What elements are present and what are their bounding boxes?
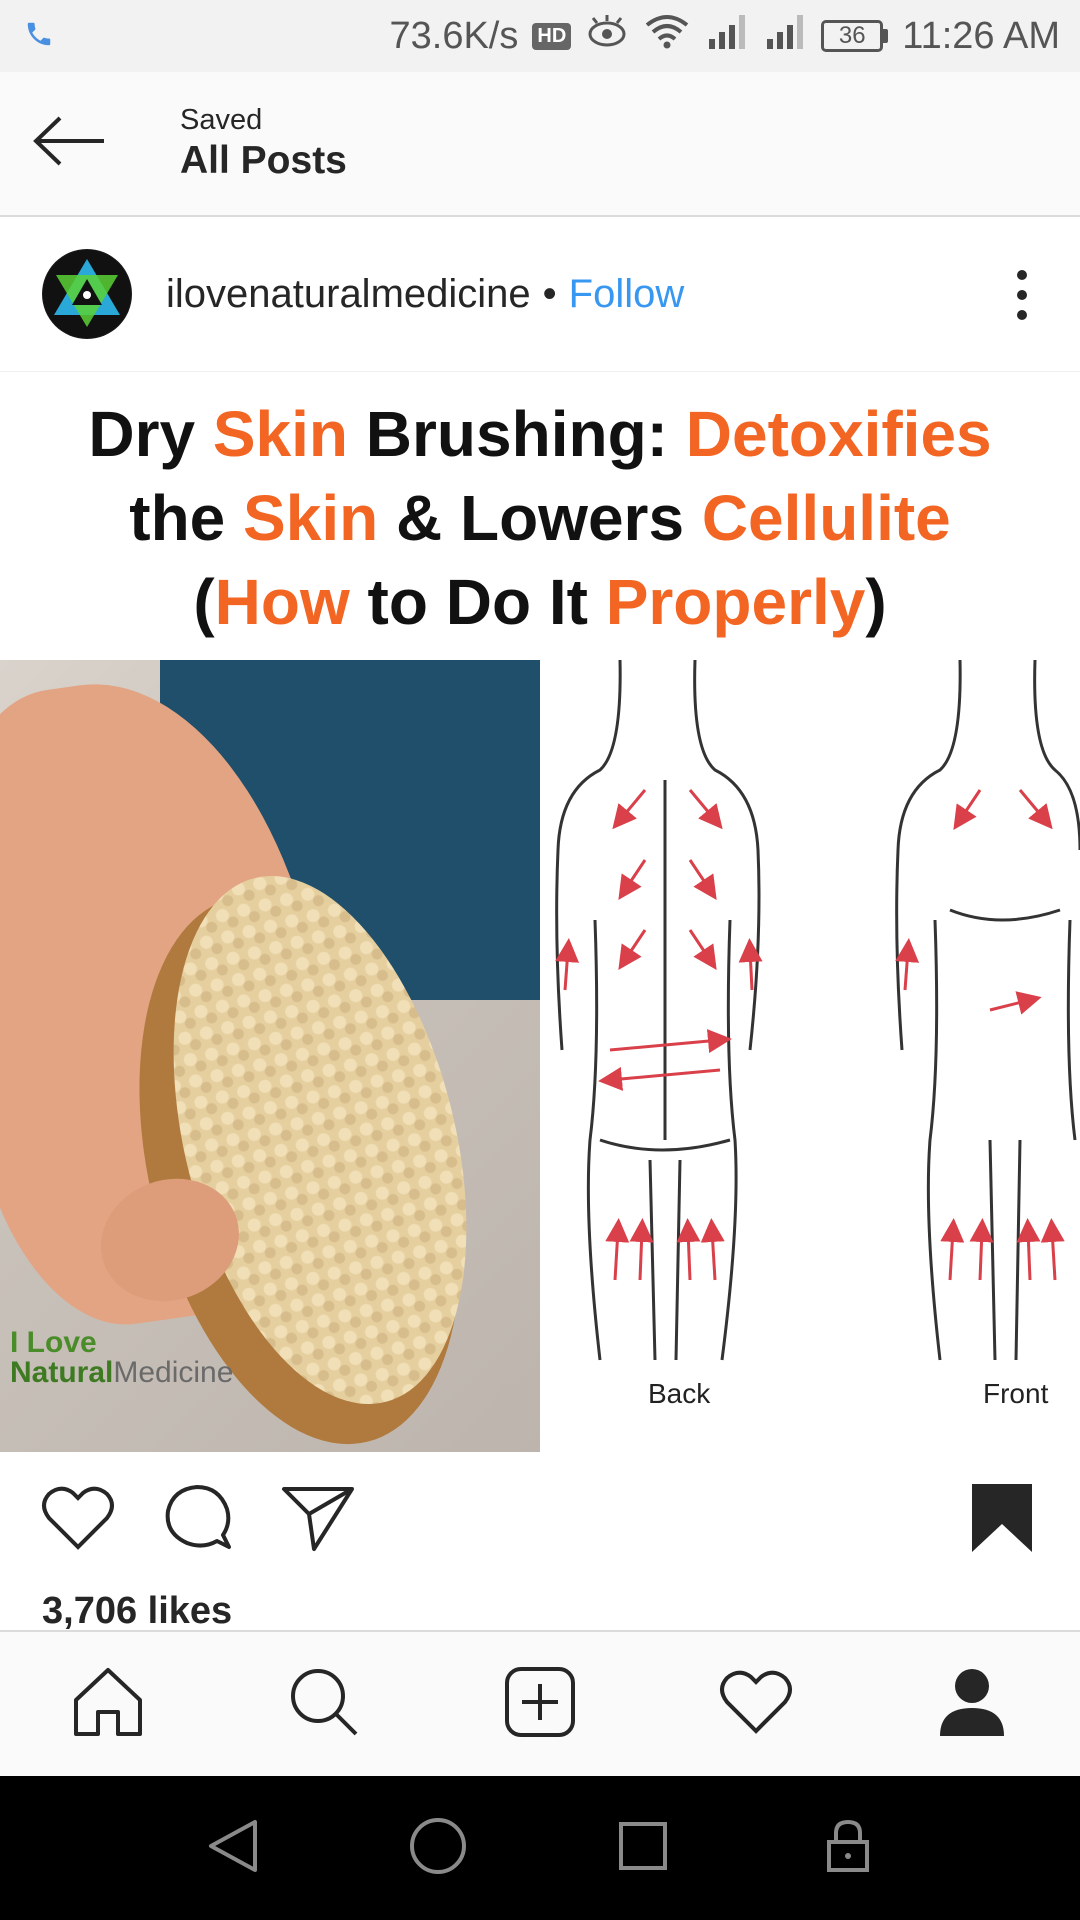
comment-button[interactable] <box>158 1480 238 1560</box>
save-button[interactable] <box>962 1480 1042 1560</box>
post-username[interactable]: ilovenaturalmedicine <box>166 272 531 317</box>
post-image[interactable]: Dry Skin Brushing: Detoxifies the Skin &… <box>0 372 1080 1452</box>
add-post-icon <box>504 1666 576 1743</box>
phone-call-icon <box>24 19 54 54</box>
arrow-left-icon <box>32 115 108 172</box>
page-title: All Posts <box>180 139 347 182</box>
body-diagram: Back Front <box>540 659 1080 1452</box>
clock: 11:26 AM <box>902 14 1060 57</box>
share-button[interactable] <box>278 1480 358 1560</box>
triangle-back-icon <box>207 1818 259 1879</box>
avatar[interactable] <box>42 249 132 339</box>
watermark-logo: I Love NaturalMedicine <box>10 1326 234 1389</box>
system-lock-button[interactable] <box>808 1808 888 1888</box>
bottom-nav <box>0 1630 1080 1776</box>
bookmark-icon <box>970 1482 1034 1559</box>
nav-home[interactable] <box>63 1659 153 1749</box>
network-speed: 73.6K/s <box>389 14 519 57</box>
lock-icon <box>825 1818 871 1879</box>
separator-dot: • <box>542 271 557 316</box>
status-bar: 73.6K/s HD 36 11:26 AM <box>0 0 1080 72</box>
nav-new-post[interactable] <box>495 1659 585 1749</box>
heart-icon <box>719 1669 793 1740</box>
home-icon <box>72 1666 144 1743</box>
battery-level: 36 <box>821 20 884 52</box>
wifi-icon <box>643 13 691 59</box>
signal-2-icon <box>763 13 807 59</box>
more-vertical-icon <box>1015 269 1029 326</box>
label-back: Back <box>648 1378 711 1409</box>
comment-icon <box>163 1483 233 1558</box>
brush-photo: I Love NaturalMedicine <box>0 660 540 1452</box>
battery-indicator: 36 <box>821 20 889 52</box>
label-front: Front <box>983 1378 1049 1409</box>
follow-button[interactable]: Follow <box>569 272 685 317</box>
back-button[interactable] <box>0 71 140 216</box>
like-button[interactable] <box>38 1480 118 1560</box>
hd-badge: HD <box>532 22 572 50</box>
nav-search[interactable] <box>279 1659 369 1749</box>
system-nav-bar <box>0 1776 1080 1920</box>
system-recents-button[interactable] <box>603 1808 683 1888</box>
image-headline: Dry Skin Brushing: Detoxifies the Skin &… <box>88 398 992 638</box>
more-options-button[interactable] <box>1002 267 1042 327</box>
send-icon <box>281 1484 355 1557</box>
likes-count[interactable]: 3,706 likes <box>42 1590 232 1633</box>
profile-icon <box>936 1666 1008 1743</box>
post-header: ilovenaturalmedicine • Follow <box>0 217 1080 372</box>
screen: 73.6K/s HD 36 11:26 AM Saved All Posts i… <box>0 0 1080 1920</box>
post-actions <box>0 1452 1080 1592</box>
search-icon <box>288 1666 360 1743</box>
circle-home-icon <box>408 1816 468 1881</box>
nav-activity[interactable] <box>711 1659 801 1749</box>
heart-icon <box>41 1485 115 1556</box>
signal-1-icon <box>705 13 749 59</box>
system-home-button[interactable] <box>398 1808 478 1888</box>
app-header: Saved All Posts <box>0 72 1080 217</box>
eye-comfort-icon <box>585 14 629 58</box>
system-back-button[interactable] <box>193 1808 273 1888</box>
square-recents-icon <box>617 1820 669 1877</box>
nav-profile[interactable] <box>927 1659 1017 1749</box>
header-subtitle: Saved <box>180 104 263 136</box>
